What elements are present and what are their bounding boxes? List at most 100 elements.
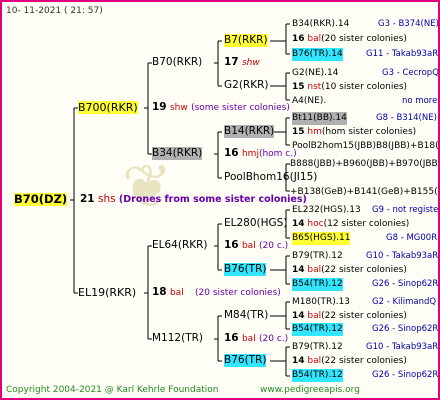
root-gen: 21: [80, 193, 95, 205]
g5-code: B8(JBB)+B18(JBB)+: [376, 141, 439, 151]
g5-marker: bal: [307, 356, 322, 366]
g5-code: G9 - not registe: [372, 205, 439, 215]
g5-note: (20 sister colonies): [321, 34, 407, 44]
l1-marker: shw: [169, 103, 188, 113]
g5-queen: B34(RKR).14: [292, 19, 350, 29]
g5-gen: 14: [292, 311, 305, 321]
g5-marker: bal: [307, 265, 322, 275]
g5-note: (12 sister colonies): [323, 219, 410, 229]
l2-gen: 18: [152, 286, 167, 298]
l2-queen: EL19(RKR): [78, 286, 137, 299]
g5-code: G8 - B314(NE): [376, 113, 437, 123]
g5-queen: B54(TR).12: [292, 369, 343, 382]
l1b-marker: hmj: [241, 149, 259, 159]
l1-gen: 19: [152, 101, 167, 113]
g5-note: (22 sister colonies): [321, 356, 407, 366]
g5-note: (10 sister colonies): [321, 82, 408, 92]
g5-code: G26 - Sinop62R: [372, 370, 439, 380]
l1b-gen: 16: [224, 147, 239, 159]
l2-note: (20 sister colonies): [195, 288, 281, 298]
l1a-gen: 17: [224, 56, 239, 68]
g5-marker: hm: [307, 127, 322, 137]
l2b-note: (20 c.): [259, 334, 289, 344]
l2a-gen: 16: [224, 239, 239, 251]
g5-queen: B76(TR).14: [292, 48, 343, 61]
root-queen: B70(DZ): [14, 192, 68, 206]
l1-note: (some sister colonies): [191, 103, 290, 113]
l2a-note: (20 c.): [259, 241, 289, 251]
g5-marker: hoc: [307, 219, 324, 229]
g4-queen: B14(RKR): [224, 125, 275, 138]
root-marker: shs: [97, 193, 116, 205]
l1b-queen: B34(RKR): [152, 147, 203, 160]
g5-queen: B79(TR).12: [292, 251, 343, 261]
g5-gen: 14: [292, 219, 305, 229]
g4-queen: B76(TR): [224, 354, 267, 367]
g5-drone-line: 14 hoc(12 sister colonies): [292, 218, 409, 231]
g5-queen: G2(NE).14: [292, 68, 339, 78]
g5-queen: EL232(HGS).13: [292, 205, 361, 215]
g5-code: G26 - Sinop62R: [372, 279, 439, 289]
g4-queen: M84(TR): [224, 309, 269, 321]
g5-drone-line: 14 bal(22 sister colonies): [292, 310, 407, 323]
l2-marker: bal: [169, 288, 184, 298]
g5-gen: 16: [292, 34, 305, 44]
g5-marker: nst: [307, 82, 322, 92]
footer-site-link[interactable]: www.pedigreeapis.org: [260, 384, 360, 397]
g5-queen: M180(TR).13: [292, 297, 351, 307]
date-stamp: 10- 11-2021 ( 21: 57): [6, 6, 103, 16]
g5-code: no more: [402, 96, 438, 106]
g5-code: G26 - Sinop62R: [372, 324, 439, 334]
g5-marker: bal: [307, 34, 322, 44]
g5-gen: 15: [292, 82, 305, 92]
l2b-info: 16 bal (20 c.): [224, 332, 288, 346]
l1b-info: 16 hmj(hom c.): [224, 147, 297, 161]
g5-queen: B54(TR).12: [292, 278, 343, 291]
g4-queen: B76(TR): [224, 263, 267, 276]
g5-code: G11 - Takab93aR: [366, 49, 439, 59]
g5-code: G2 - KilimandQ: [372, 297, 437, 307]
g5-code: G8 - MG00R: [386, 233, 438, 243]
g5-queen: B888(JBB)+B960(JBB)+B970(JBB): [290, 159, 440, 169]
g5-drone-line: 16 bal(20 sister colonies): [292, 33, 407, 46]
g5-drone-line: 14 bal(22 sister colonies): [292, 355, 407, 368]
g5-note: (hom sister colonies): [321, 127, 417, 137]
l2a-info: 16 bal (20 c.): [224, 239, 288, 253]
l2b-marker: bal: [241, 334, 256, 344]
g5-queen: B54(TR).12: [292, 323, 343, 336]
l2a-queen: EL64(RKR): [152, 239, 208, 251]
g5-note: (22 sister colonies): [321, 265, 407, 275]
l2b-gen: 16: [224, 332, 239, 344]
g5-drone-line: 15 hm(hom sister colonies): [292, 126, 416, 139]
g5-code: G10 - Takab93aR: [366, 251, 439, 261]
l1a-marker: shw: [241, 58, 260, 68]
g5-code: +B138(GeB)+B141(GeB)+B155(GeB): [290, 187, 438, 197]
g5-code: G3 - B374(NE): [378, 19, 439, 29]
l1-queen: B700(RKR): [78, 101, 138, 114]
g5-marker: bal: [307, 311, 322, 321]
g5-queen: B65(HGS).11: [292, 232, 351, 245]
l2a-marker: bal: [241, 241, 256, 251]
l2-info: 18 bal (20 sister colonies): [152, 286, 281, 300]
g5-note: (22 sister colonies): [321, 311, 407, 321]
g4-queen: B7(RKR): [224, 34, 268, 47]
l1-info: 19 shw (some sister colonies): [152, 101, 290, 115]
g5-code: G3 - CecropQ: [382, 68, 439, 78]
l2b-queen: M112(TR): [152, 332, 204, 344]
l1a-queen: B70(RKR): [152, 56, 203, 68]
l1a-info: 17 shw: [224, 56, 260, 70]
root-note: (Drones from some sister colonies): [118, 194, 307, 205]
footer-copyright: Copyright 2004-2021 @ Karl Kehrle Founda…: [6, 385, 219, 395]
g5-code: G10 - Takab93aR: [366, 342, 439, 352]
g5-queen: PoolB2hom15(JBB): [292, 141, 376, 151]
g4-queen: G2(RKR): [224, 79, 269, 91]
g5-queen: Bt11(BB).14: [292, 112, 347, 125]
g5-drone-line: 14 bal(22 sister colonies): [292, 264, 407, 277]
g5-drone-line: 15 nst(10 sister colonies): [292, 81, 407, 94]
g5-gen: 14: [292, 265, 305, 275]
g5-queen: A4(NE).: [292, 96, 327, 106]
g4-queen: EL280(HGS): [224, 217, 288, 229]
g5-gen: 15: [292, 127, 305, 137]
g4-queen: PoolBhom16(JI15): [224, 171, 318, 183]
root-info: 21 shs (Drones from some sister colonies…: [80, 193, 307, 206]
